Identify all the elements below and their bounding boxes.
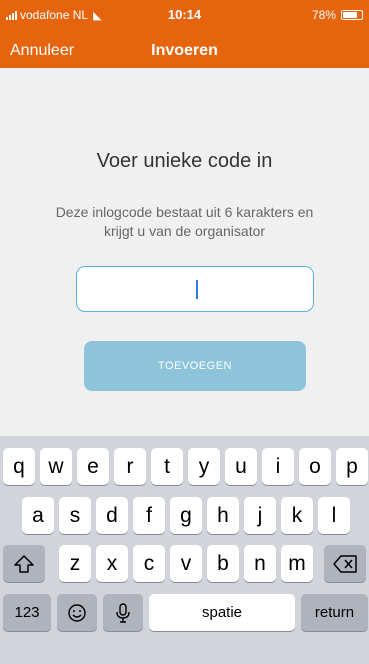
backspace-key[interactable] — [324, 545, 366, 582]
key-b[interactable]: b — [207, 545, 239, 582]
code-description: Deze inlogcode bestaat uit 6 karakters e… — [55, 204, 314, 239]
code-heading: Voer unieke code in — [96, 150, 273, 172]
key-h[interactable]: h — [207, 497, 239, 534]
battery-icon — [341, 10, 363, 20]
emoji-key[interactable] — [57, 594, 97, 631]
app-header: vodafone NL ◣ 10:14 78% Annuleer Invoere… — [0, 0, 369, 68]
text-cursor — [196, 280, 198, 299]
code-input[interactable] — [76, 266, 314, 312]
key-z[interactable]: z — [59, 545, 91, 582]
key-t[interactable]: t — [151, 448, 183, 485]
key-k[interactable]: k — [281, 497, 313, 534]
cancel-button[interactable]: Annuleer — [10, 42, 74, 60]
microphone-icon — [116, 602, 130, 623]
key-m[interactable]: m — [281, 545, 313, 582]
signal-icon — [6, 10, 17, 20]
key-l[interactable]: l — [318, 497, 350, 534]
carrier-label: vodafone NL — [20, 8, 89, 22]
on-screen-keyboard: q w e r t y u i o p a s d f g h j k l z … — [0, 436, 369, 664]
key-c[interactable]: c — [133, 545, 165, 582]
key-o[interactable]: o — [299, 448, 331, 485]
key-q[interactable]: q — [3, 448, 35, 485]
key-w[interactable]: w — [40, 448, 72, 485]
key-y[interactable]: y — [188, 448, 220, 485]
key-j[interactable]: j — [244, 497, 276, 534]
space-key[interactable]: spatie — [149, 594, 295, 631]
key-i[interactable]: i — [262, 448, 294, 485]
add-button[interactable]: TOEVOEGEN — [84, 341, 306, 391]
key-x[interactable]: x — [96, 545, 128, 582]
status-bar: vodafone NL ◣ 10:14 78% — [0, 0, 369, 30]
key-u[interactable]: u — [225, 448, 257, 485]
battery-percentage: 78% — [311, 8, 336, 22]
backspace-icon — [333, 554, 357, 573]
key-r[interactable]: r — [114, 448, 146, 485]
key-g[interactable]: g — [170, 497, 202, 534]
key-n[interactable]: n — [244, 545, 276, 582]
key-a[interactable]: a — [22, 497, 54, 534]
key-s[interactable]: s — [59, 497, 91, 534]
key-f[interactable]: f — [133, 497, 165, 534]
emoji-icon — [68, 603, 86, 622]
wifi-icon: ◣ — [93, 9, 102, 22]
main-content: Voer unieke code in Deze inlogcode besta… — [0, 68, 369, 436]
key-e[interactable]: e — [77, 448, 109, 485]
key-p[interactable]: p — [336, 448, 368, 485]
key-d[interactable]: d — [96, 497, 128, 534]
numbers-key[interactable]: 123 — [3, 594, 51, 631]
key-v[interactable]: v — [170, 545, 202, 582]
shift-key[interactable] — [3, 545, 45, 582]
return-key[interactable]: return — [301, 594, 368, 631]
dictation-key[interactable] — [103, 594, 143, 631]
shift-icon — [14, 554, 34, 573]
